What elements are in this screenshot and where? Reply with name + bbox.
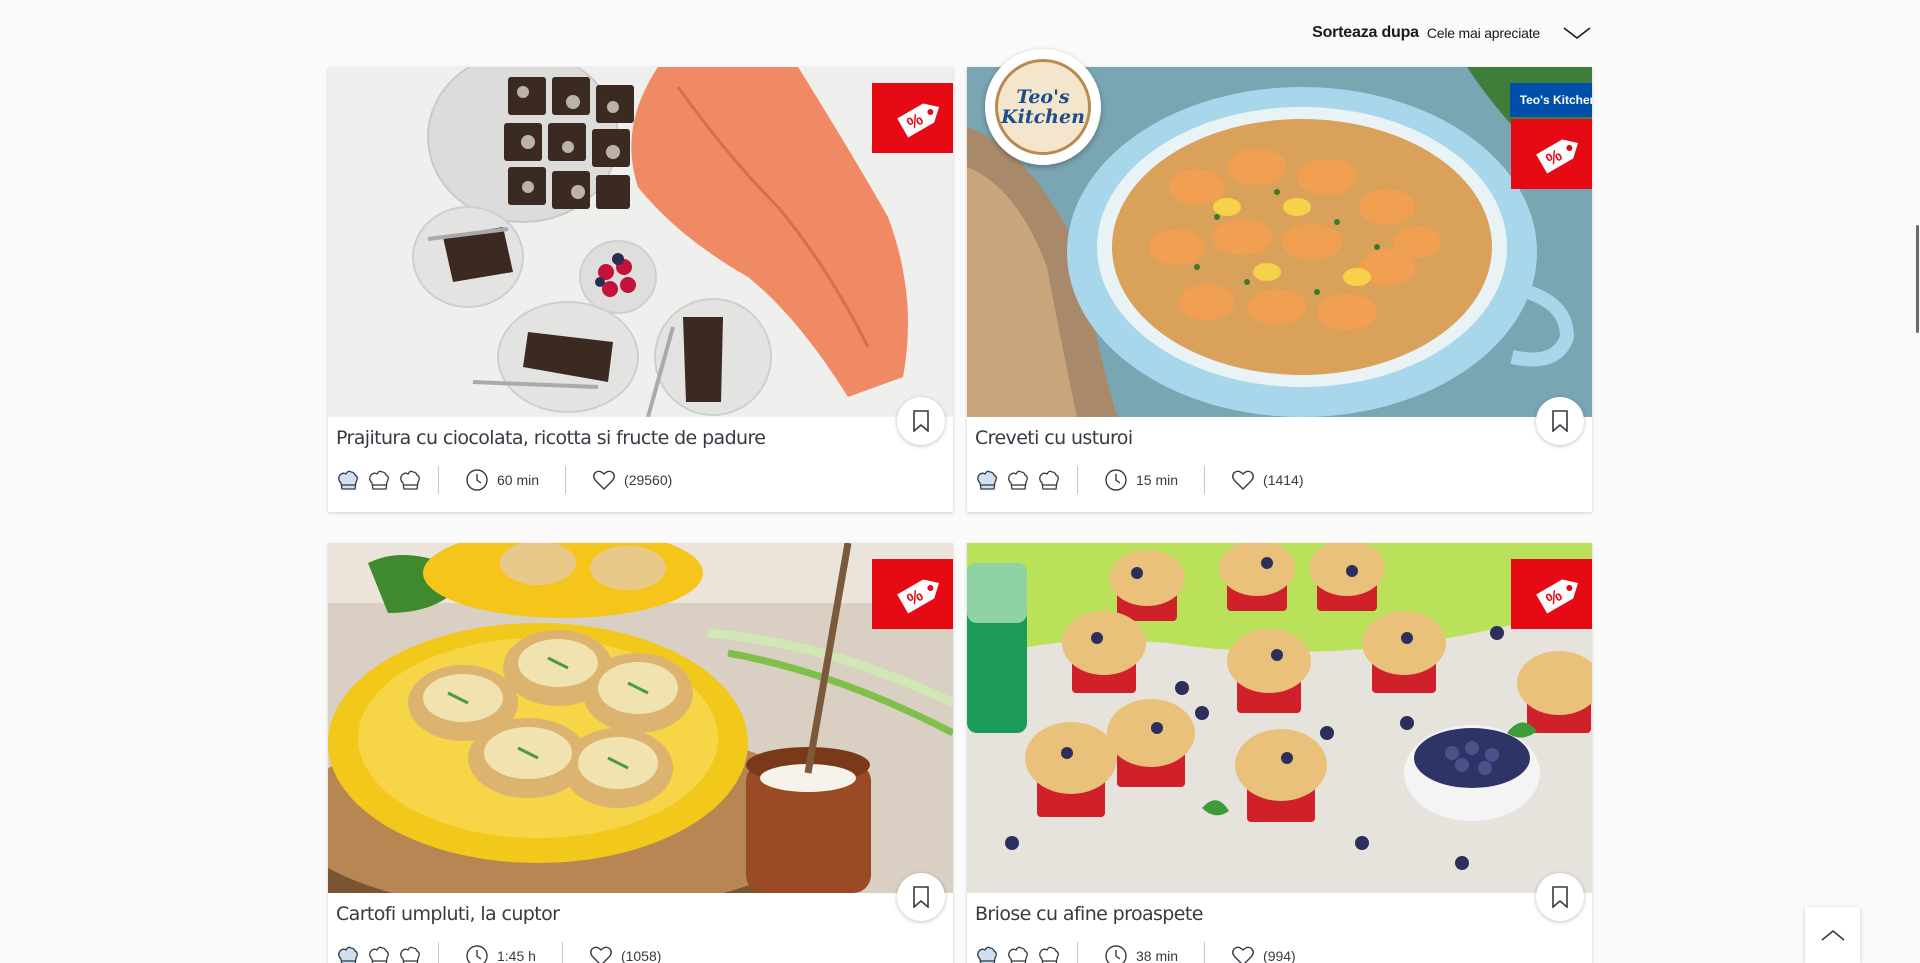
chef-hat-icon [1008,470,1028,490]
clock-icon [1105,469,1127,491]
chef-hat-icon [369,470,389,490]
likes-count: (1414) [1263,472,1304,488]
brand-ribbon: Teo's Kitchen [1509,83,1592,117]
bookmark-button[interactable] [1536,397,1584,445]
recipe-card[interactable]: % Prajitura cu ciocolata, ricotta si fru… [328,67,953,512]
percent-tag-icon: % [872,559,953,629]
likes-count: (994) [1263,948,1296,963]
recipe-card[interactable]: % Briose cu afine proaspete 38 min (994) [967,543,1592,963]
chef-hat-icon [338,470,358,490]
likes-count: (29560) [624,472,673,488]
cook-time: 38 min [1078,942,1206,963]
recipe-meta: 38 min (994) [975,942,1296,963]
recipe-title[interactable]: Creveti cu usturoi [975,427,1133,449]
chef-hat-icon [1039,470,1059,490]
difficulty-rating [975,942,1078,963]
sort-label: Sorteaza dupa [1312,24,1419,41]
bookmark-button[interactable] [897,873,945,921]
logo-text-line2: Kitchen [1001,106,1085,128]
heart-icon[interactable] [589,944,613,963]
cook-time-value: 38 min [1136,948,1179,963]
recipe-photo [967,543,1592,893]
chef-hat-icon [977,470,997,490]
percent-tag-icon: % [872,83,953,153]
recipe-photo [328,67,953,417]
chef-hat-icon [400,470,420,490]
sort-control[interactable]: Sorteaza dupa Cele mai apreciate [1312,24,1592,42]
clock-icon [1105,945,1127,963]
percent-tag-icon: % [1511,119,1592,189]
chef-hat-icon [1008,946,1028,963]
chevron-down-icon[interactable] [1562,25,1592,41]
likes: (29560) [566,466,672,494]
recipe-card[interactable]: Teo's Kitchen % Teo's Kitchen Creveti cu… [967,49,1592,512]
likes-count: (1058) [620,948,662,963]
chef-hat-icon [400,946,420,963]
recipe-image[interactable]: % [328,543,953,893]
recipe-image[interactable]: % [967,543,1592,893]
cook-time: 15 min [1078,466,1206,494]
logo-text-line1: Teo's [1016,86,1070,108]
recipe-photo [328,543,953,893]
heart-icon[interactable] [1231,468,1255,492]
chef-hat-icon [338,946,358,963]
bookmark-icon [913,410,929,432]
heart-icon[interactable] [1231,944,1255,963]
percent-tag-icon: % [1511,559,1592,629]
cook-time: 1:45 h [439,942,563,963]
bookmark-icon [1552,410,1568,432]
clock-icon [466,945,488,963]
bookmark-button[interactable] [1536,873,1584,921]
clock-icon [466,469,488,491]
difficulty-rating [336,466,439,494]
bookmark-button[interactable] [897,397,945,445]
chevron-up-icon [1820,929,1845,941]
bookmark-icon [1552,886,1568,908]
recipe-card[interactable]: % Cartofi umpluti, la cuptor 1:45 h (105… [328,543,953,963]
chef-hat-icon [369,946,389,963]
recipe-meta: 60 min (29560) [336,466,672,494]
cook-time-value: 15 min [1136,472,1179,488]
recipe-image[interactable]: % [328,67,953,417]
recipe-meta: 15 min (1414) [975,466,1304,494]
scrollbar[interactable] [1916,225,1919,333]
recipe-grid: % Prajitura cu ciocolata, ricotta si fru… [328,49,1592,963]
bookmark-icon [913,886,929,908]
heart-icon[interactable] [592,468,616,492]
chef-hat-icon [977,946,997,963]
recipe-title[interactable]: Prajitura cu ciocolata, ricotta si fruct… [336,427,766,449]
likes: (1058) [563,942,661,963]
likes: (1414) [1205,466,1304,494]
cook-time: 60 min [439,466,567,494]
teos-kitchen-logo: Teo's Kitchen [985,49,1101,165]
recipe-title[interactable]: Briose cu afine proaspete [975,903,1203,925]
likes: (994) [1205,942,1296,963]
chef-hat-icon [1039,946,1059,963]
recipe-meta: 1:45 h (1058) [336,942,661,963]
recipe-title[interactable]: Cartofi umpluti, la cuptor [336,903,560,925]
cook-time-value: 1:45 h [497,948,536,963]
scroll-to-top-button[interactable] [1805,907,1860,963]
difficulty-rating [336,942,439,963]
sort-value[interactable]: Cele mai apreciate [1427,25,1540,41]
cook-time-value: 60 min [497,472,540,488]
difficulty-rating [975,466,1078,494]
